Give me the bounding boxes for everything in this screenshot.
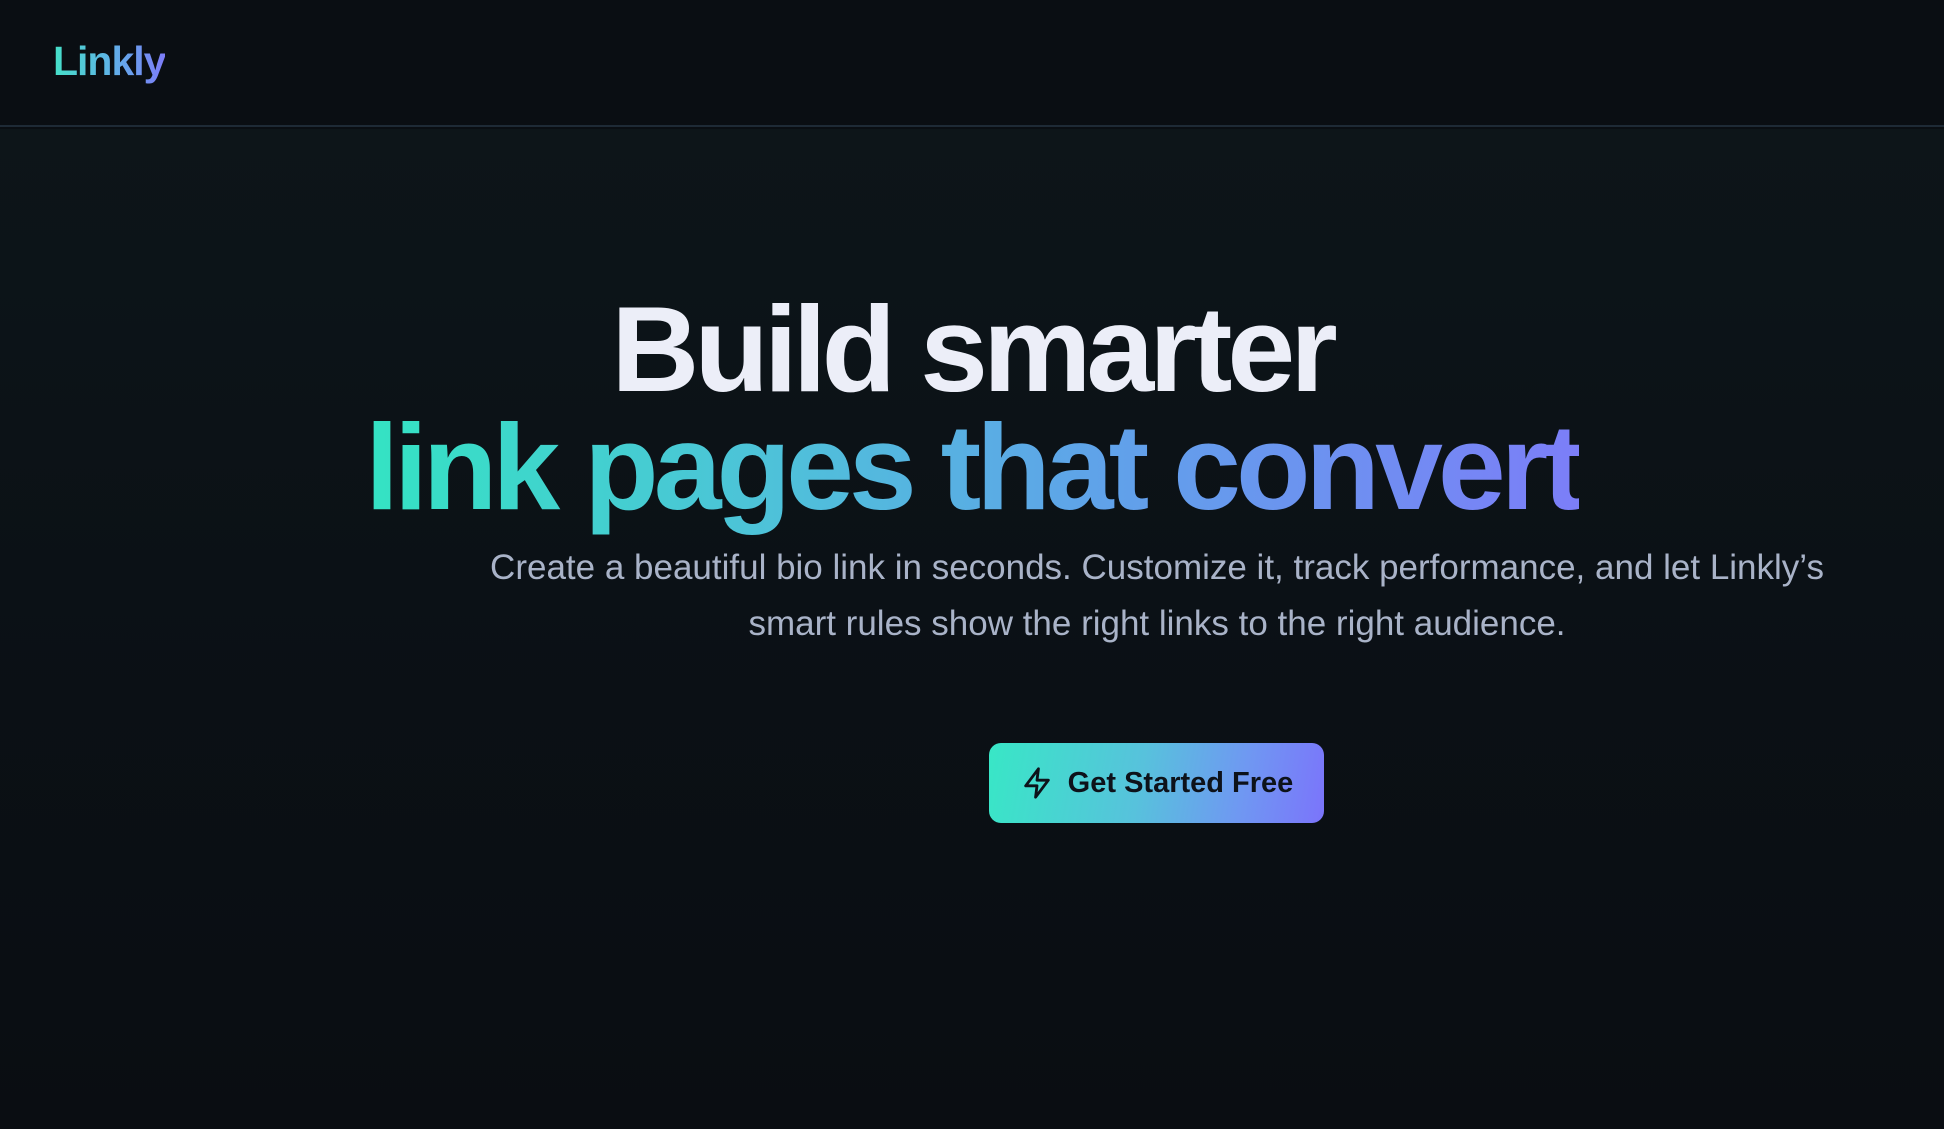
logo[interactable]: Linkly	[53, 38, 166, 85]
get-started-label: Get Started Free	[1067, 766, 1294, 799]
headline-line-2: link pages that convert	[0, 397, 1944, 537]
hero-subtext: Create a beautiful bio link in seconds. …	[490, 548, 1824, 643]
headline-gradient-text: link pages that convert	[365, 399, 1584, 535]
top-navigation-bar: Linkly	[0, 0, 1944, 127]
lightning-bolt-icon	[1020, 766, 1054, 800]
get-started-button[interactable]: Get Started Free	[989, 743, 1324, 823]
